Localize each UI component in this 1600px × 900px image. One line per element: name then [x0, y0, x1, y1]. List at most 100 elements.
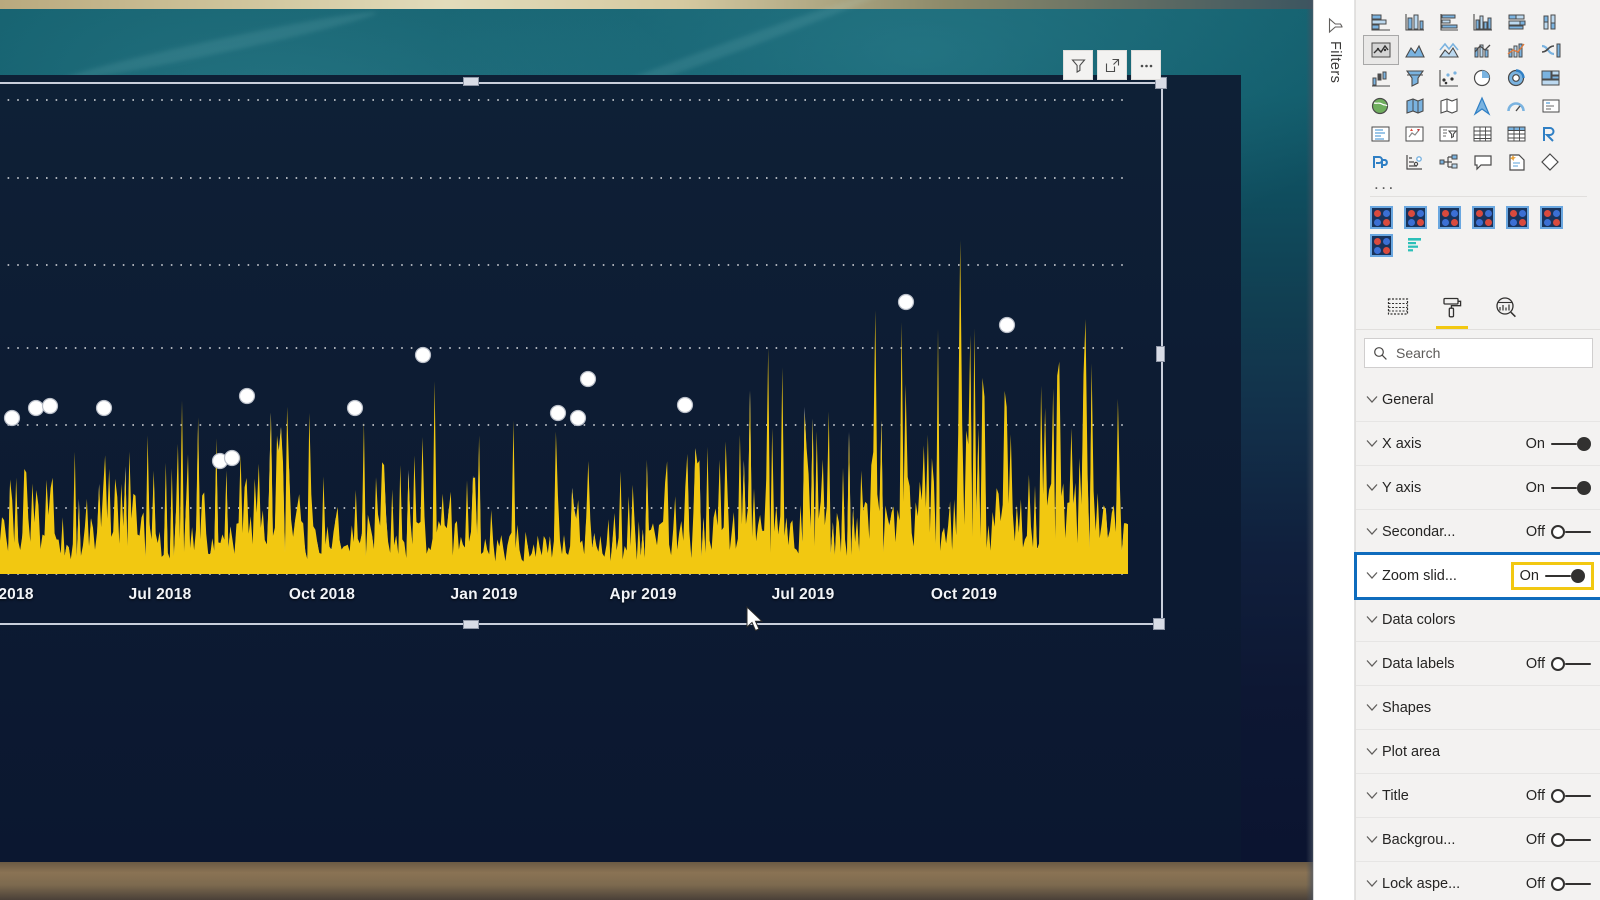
chevron-down-icon[interactable] — [1362, 527, 1382, 536]
chart-data-marker[interactable] — [676, 396, 694, 414]
toggle-switch[interactable] — [1551, 832, 1591, 847]
chart-data-marker[interactable] — [346, 399, 364, 417]
search-input[interactable]: Search — [1364, 338, 1593, 368]
r-script-visual-icon[interactable] — [1534, 120, 1568, 148]
format-row-toggle[interactable]: Off — [1526, 524, 1591, 540]
format-row-lock-aspe[interactable]: Lock aspe... Off — [1356, 862, 1600, 900]
filter-icon[interactable] — [1063, 50, 1093, 80]
filled-map-icon[interactable] — [1398, 92, 1432, 120]
chart-data-marker[interactable] — [3, 409, 21, 427]
custom-visual-icon[interactable] — [1500, 203, 1534, 231]
chevron-down-icon[interactable] — [1362, 615, 1382, 624]
chart-data-marker[interactable] — [414, 346, 432, 364]
resize-handle-right[interactable] — [1156, 346, 1165, 362]
waterfall-chart-icon[interactable] — [1364, 64, 1398, 92]
chevron-down-icon[interactable] — [1362, 659, 1382, 668]
funnel-chart-icon[interactable] — [1398, 64, 1432, 92]
multi-row-card-icon[interactable] — [1364, 120, 1398, 148]
toggle-switch[interactable] — [1551, 480, 1591, 495]
chevron-down-icon[interactable] — [1362, 835, 1382, 844]
chart-data-marker[interactable] — [223, 449, 241, 467]
resize-handle-top[interactable] — [463, 77, 479, 86]
more-options-icon[interactable] — [1131, 50, 1161, 80]
smart-narrative-icon[interactable] — [1500, 148, 1534, 176]
table-icon[interactable] — [1466, 120, 1500, 148]
format-row-toggle[interactable]: On — [1510, 561, 1595, 590]
taskbar-strip[interactable] — [0, 862, 1313, 900]
arcgis-map-icon[interactable] — [1466, 92, 1500, 120]
clustered-column-chart-icon[interactable] — [1466, 8, 1500, 36]
chart-data-marker[interactable] — [27, 399, 45, 417]
chevron-down-icon[interactable] — [1362, 703, 1382, 712]
format-row-toggle[interactable]: Off — [1526, 656, 1591, 672]
filters-rail[interactable]: Filters — [1313, 0, 1355, 900]
map-icon[interactable] — [1364, 92, 1398, 120]
format-row-backgrou[interactable]: Backgrou... Off — [1356, 818, 1600, 862]
format-row-toggle[interactable]: On — [1526, 480, 1591, 496]
hundred-percent-stacked-column-chart-icon[interactable] — [1534, 8, 1568, 36]
slicer-icon[interactable] — [1432, 120, 1466, 148]
toggle-switch[interactable] — [1551, 524, 1591, 539]
stacked-area-chart-icon[interactable] — [1432, 36, 1466, 64]
custom-visual-icon[interactable] — [1466, 203, 1500, 231]
custom-visual-list-icon[interactable] — [1398, 231, 1432, 259]
line-and-stacked-column-chart-icon[interactable] — [1466, 36, 1500, 64]
custom-visual-icon[interactable] — [1364, 231, 1398, 259]
chart-data-marker[interactable] — [95, 399, 113, 417]
chevron-down-icon[interactable] — [1362, 791, 1382, 800]
area-chart-icon[interactable] — [1398, 36, 1432, 64]
chart-data-marker[interactable] — [238, 387, 256, 405]
chart-data-marker[interactable] — [579, 370, 597, 388]
python-visual-icon[interactable] — [1364, 148, 1398, 176]
stacked-bar-chart-icon[interactable] — [1364, 8, 1398, 36]
toggle-switch[interactable] — [1545, 568, 1585, 583]
scatter-chart-icon[interactable] — [1432, 64, 1466, 92]
format-row-toggle[interactable]: Off — [1526, 788, 1591, 804]
resize-handle-bottom[interactable] — [463, 620, 479, 629]
format-row-x-axis[interactable]: X axis On — [1356, 422, 1600, 466]
format-row-data-colors[interactable]: Data colors — [1356, 598, 1600, 642]
shape-map-icon[interactable] — [1432, 92, 1466, 120]
chevron-down-icon[interactable] — [1362, 571, 1382, 580]
format-row-shapes[interactable]: Shapes — [1356, 686, 1600, 730]
format-row-toggle[interactable]: Off — [1526, 832, 1591, 848]
custom-visual-icon[interactable] — [1534, 203, 1568, 231]
kpi-icon[interactable] — [1398, 120, 1432, 148]
custom-visual-icon[interactable] — [1364, 203, 1398, 231]
format-row-y-axis[interactable]: Y axis On — [1356, 466, 1600, 510]
chart-data-marker[interactable] — [41, 397, 59, 415]
line-and-clustered-column-chart-icon[interactable] — [1500, 36, 1534, 64]
stacked-column-chart-icon[interactable] — [1398, 8, 1432, 36]
treemap-icon[interactable] — [1534, 64, 1568, 92]
gauge-icon[interactable] — [1500, 92, 1534, 120]
paginated-report-icon[interactable] — [1534, 148, 1568, 176]
format-tab[interactable] — [1432, 294, 1472, 329]
chart-data-marker[interactable] — [998, 316, 1016, 334]
ribbon-chart-icon[interactable] — [1534, 36, 1568, 64]
more-visuals-button[interactable]: ... — [1364, 175, 1593, 192]
card-icon[interactable] — [1534, 92, 1568, 120]
chart-data-marker[interactable] — [897, 293, 915, 311]
format-row-zoom-slid[interactable]: Zoom slid... On — [1354, 552, 1600, 600]
format-row-toggle[interactable]: On — [1526, 436, 1591, 452]
format-row-general[interactable]: General — [1356, 378, 1600, 422]
hundred-percent-stacked-bar-chart-icon[interactable] — [1500, 8, 1534, 36]
clustered-bar-chart-icon[interactable] — [1432, 8, 1466, 36]
format-row-toggle[interactable]: Off — [1526, 876, 1591, 892]
custom-visual-icon[interactable] — [1432, 203, 1466, 231]
decomposition-tree-icon[interactable] — [1432, 148, 1466, 176]
chart-data-marker[interactable] — [569, 409, 587, 427]
format-row-secondar[interactable]: Secondar... Off — [1356, 510, 1600, 554]
fields-tab[interactable] — [1378, 294, 1418, 328]
line-area-chart-visual[interactable] — [0, 82, 1162, 625]
format-row-plot-area[interactable]: Plot area — [1356, 730, 1600, 774]
qna-icon[interactable] — [1466, 148, 1500, 176]
chevron-down-icon[interactable] — [1362, 483, 1382, 492]
chevron-down-icon[interactable] — [1362, 395, 1382, 404]
chevron-down-icon[interactable] — [1362, 439, 1382, 448]
donut-chart-icon[interactable] — [1500, 64, 1534, 92]
toggle-switch[interactable] — [1551, 876, 1591, 891]
format-row-title[interactable]: Title Off — [1356, 774, 1600, 818]
chevron-down-icon[interactable] — [1362, 879, 1382, 888]
chart-plot-area[interactable] — [0, 82, 1162, 575]
